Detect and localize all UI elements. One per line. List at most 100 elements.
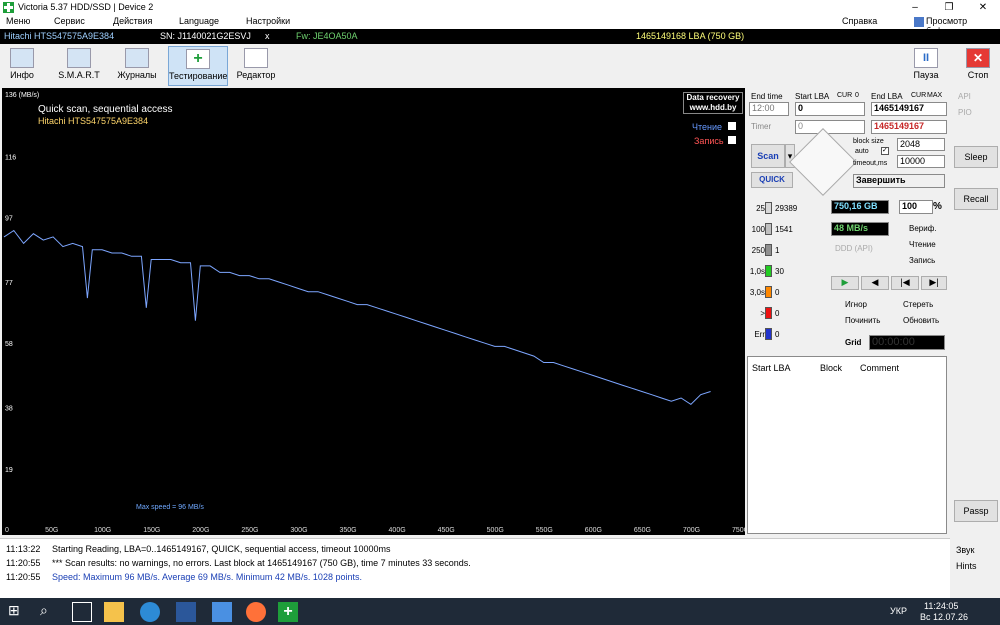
- defects-table: Start LBA Block Comment: [747, 356, 947, 534]
- log-line: 11:20:55 Speed: Maximum 96 MB/s. Average …: [6, 572, 362, 582]
- read-radio[interactable]: Чтение: [909, 240, 936, 249]
- pause-button[interactable]: II Пауза: [910, 46, 942, 86]
- x-tick-label: 100G: [94, 527, 111, 534]
- logs-icon: [125, 48, 149, 68]
- menu-item-service[interactable]: Сервис: [54, 16, 85, 26]
- verify-radio[interactable]: Вериф.: [909, 224, 937, 233]
- cur-end-button[interactable]: CUR: [911, 92, 926, 99]
- col-start-lba: Start LBA: [752, 363, 791, 373]
- passp-button[interactable]: Passp: [954, 500, 998, 522]
- y-tick-label: 38: [5, 406, 13, 413]
- skip-end-button[interactable]: ▶|: [921, 276, 947, 290]
- timer-checkbox[interactable]: Timer: [751, 122, 771, 131]
- skip-back-button[interactable]: |◀: [891, 276, 919, 290]
- file-explorer-icon[interactable]: [104, 602, 124, 622]
- victoria-taskbar-icon[interactable]: +: [278, 602, 298, 622]
- editor-button[interactable]: Редактор: [236, 46, 276, 86]
- end-time-input[interactable]: 12:00: [749, 102, 789, 116]
- info-button[interactable]: Инфо: [4, 46, 40, 86]
- scan-button[interactable]: Scan: [751, 144, 785, 168]
- api-radio[interactable]: API: [958, 92, 971, 101]
- legend-read-checkbox[interactable]: [728, 122, 736, 130]
- clock-time: 11:24:05: [924, 601, 959, 611]
- binary-editor-icon: [244, 48, 268, 68]
- cur-button[interactable]: CUR: [837, 92, 852, 99]
- pause-icon: II: [914, 48, 938, 68]
- back-button[interactable]: ◀: [861, 276, 889, 290]
- end-lba-input[interactable]: 1465149167: [871, 102, 947, 116]
- ignore-radio[interactable]: Игнор: [845, 300, 867, 309]
- data-recovery-badge[interactable]: Data recovery www.hdd.by: [683, 92, 743, 114]
- edge-icon[interactable]: [140, 602, 160, 622]
- y-tick-label: 19: [5, 467, 13, 474]
- chart-title: Quick scan, sequential access: [38, 104, 173, 115]
- smart-button[interactable]: S.M.A.R.T: [56, 46, 102, 86]
- windows-start-icon[interactable]: ⊞: [8, 602, 28, 622]
- counter-value: 29389: [775, 204, 798, 213]
- finish-action-select[interactable]: Завершить: [853, 174, 945, 188]
- testing-plus-icon: +: [186, 49, 210, 69]
- firefox-icon[interactable]: [246, 602, 266, 622]
- x-tick-label: 550G: [536, 527, 553, 534]
- shield-app-icon[interactable]: [212, 602, 232, 622]
- percent-display: 100: [899, 200, 933, 214]
- refresh-radio[interactable]: Обновить: [903, 316, 939, 325]
- start-lba-input[interactable]: 0: [795, 102, 865, 116]
- clipboard-icon: [914, 17, 924, 27]
- menu-item-menu[interactable]: Меню: [6, 16, 30, 26]
- max-button[interactable]: MAX: [927, 92, 942, 99]
- sleep-button[interactable]: Sleep: [954, 146, 998, 168]
- device-close-button[interactable]: x: [265, 31, 270, 41]
- pio-radio[interactable]: PIO: [958, 108, 972, 117]
- counter-label: 100: [751, 225, 765, 234]
- timeout-select[interactable]: 10000: [897, 155, 945, 168]
- badge-line-2: www.hdd.by: [689, 103, 737, 112]
- menu-item-actions[interactable]: Действия: [113, 16, 152, 26]
- hints-checkbox[interactable]: Hints: [956, 561, 977, 571]
- speed-chart-svg: 136 (MB/s) 116 97 77 58 38 19 0 50G 100G 150G 200G 2…: [3, 92, 745, 534]
- block-size-select[interactable]: 2048: [897, 138, 945, 151]
- write-radio[interactable]: Запись: [909, 256, 935, 265]
- repair-radio[interactable]: Починить: [845, 316, 880, 325]
- keyboard-language[interactable]: УКР: [890, 606, 907, 616]
- search-icon[interactable]: ⌕: [40, 602, 60, 622]
- word-icon[interactable]: [176, 602, 196, 622]
- counter-label: 1,0s: [749, 267, 765, 276]
- smart-icon: [67, 48, 91, 68]
- timer-input[interactable]: 0: [795, 120, 865, 134]
- minimize-button[interactable]: –: [898, 0, 932, 15]
- end-time-label: End time: [751, 92, 783, 101]
- recall-button[interactable]: Recall: [954, 188, 998, 210]
- stop-button[interactable]: ✕ Стоп: [962, 46, 994, 86]
- direction-pad[interactable]: [789, 128, 857, 196]
- play-button[interactable]: ▶: [831, 276, 859, 290]
- counter-swatch: [765, 202, 772, 214]
- logs-button[interactable]: Журналы: [116, 46, 158, 86]
- x-tick-label: 750G: [732, 527, 745, 534]
- erase-radio[interactable]: Стереть: [903, 300, 933, 309]
- testing-button[interactable]: + Тестирование: [168, 46, 228, 86]
- x-tick-label: 300G: [290, 527, 307, 534]
- menu-item-language[interactable]: Language: [179, 16, 219, 26]
- counter-label: 3,0s: [749, 288, 765, 297]
- menu-item-help[interactable]: Справка: [842, 16, 877, 26]
- y-tick-label: 97: [5, 216, 13, 223]
- restore-button[interactable]: ❐: [932, 0, 966, 15]
- stop-label: Стоп: [967, 70, 989, 80]
- sound-checkbox[interactable]: Звук: [956, 545, 974, 555]
- close-button[interactable]: ✕: [966, 0, 1000, 15]
- zero-button[interactable]: 0: [855, 92, 859, 99]
- read-speed-line: [3, 229, 711, 406]
- ddd-api-checkbox[interactable]: DDD (API): [835, 244, 873, 253]
- task-view-icon[interactable]: [72, 602, 92, 622]
- logs-label: Журналы: [117, 70, 157, 80]
- auto-checkbox[interactable]: ✓: [881, 147, 889, 155]
- legend-write-checkbox[interactable]: [728, 136, 736, 144]
- menu-item-settings[interactable]: Настройки: [246, 16, 290, 26]
- grid-checkbox[interactable]: Grid: [845, 338, 861, 347]
- counter-label: Err: [754, 330, 765, 339]
- quick-button[interactable]: QUICK: [751, 172, 793, 188]
- timeout-label: timeout,ms: [853, 160, 888, 167]
- y-unit-label: 136 (MB/s): [5, 92, 39, 99]
- x-tick-label: 600G: [585, 527, 602, 534]
